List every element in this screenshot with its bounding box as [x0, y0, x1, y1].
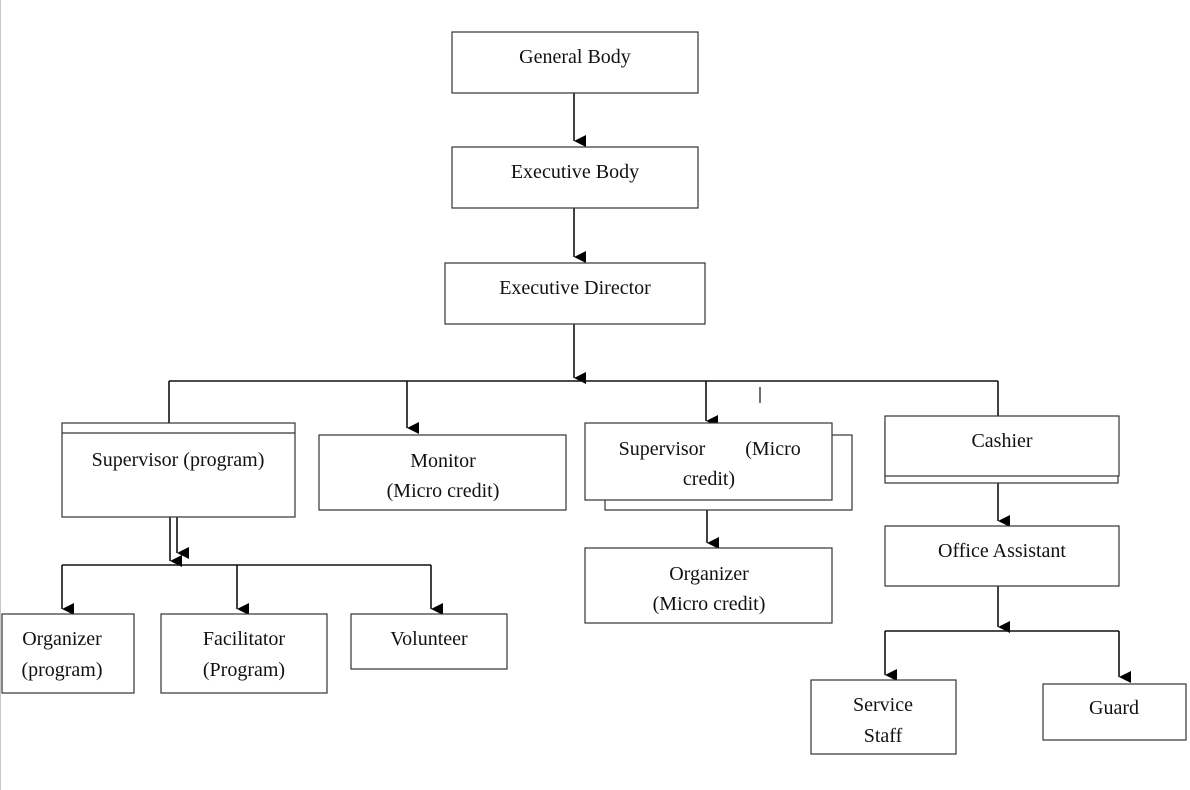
node-label: Cashier — [971, 430, 1032, 452]
node-label: Supervisor (program) — [92, 449, 265, 471]
node-label-line2: (Program) — [203, 659, 285, 681]
node-volunteer: Volunteer — [350, 613, 508, 670]
node-label: Volunteer — [390, 628, 468, 650]
node-supervisor-program: Supervisor (program) — [61, 422, 296, 518]
node-label-line2: credit) — [683, 468, 735, 490]
node-label-line1: Service — [853, 694, 913, 716]
node-label-line2: (Micro credit) — [653, 593, 766, 615]
node-executive-director: Executive Director — [444, 262, 706, 325]
node-label-line1: Facilitator — [203, 628, 286, 650]
node-office-assistant: Office Assistant — [884, 525, 1120, 587]
node-supervisor-micro-credit: Supervisor (Micro credit) — [584, 422, 853, 511]
node-label-line2: Staff — [864, 725, 903, 747]
org-chart: General Body Executive Body Executive Di… — [1, 31, 1187, 755]
node-facilitator-program: Facilitator (Program) — [160, 613, 328, 694]
node-label: General Body — [519, 46, 631, 68]
node-label: Office Assistant — [938, 540, 1066, 562]
node-label-line1a: Supervisor — [619, 438, 706, 460]
node-organizer-micro-credit: Organizer (Micro credit) — [584, 547, 833, 624]
node-general-body: General Body — [451, 31, 699, 94]
node-label-line2: (program) — [21, 659, 102, 681]
node-label: Executive Director — [499, 277, 651, 299]
node-label-line1: Organizer — [669, 563, 749, 585]
node-monitor-micro-credit: Monitor (Micro credit) — [318, 434, 567, 511]
node-guard: Guard — [1042, 683, 1187, 741]
node-label-line1: Organizer — [22, 628, 102, 650]
node-label: Executive Body — [511, 161, 639, 183]
node-label-line2: (Micro credit) — [387, 480, 500, 502]
node-organizer-program: Organizer (program) — [1, 613, 135, 694]
node-executive-body: Executive Body — [451, 146, 699, 209]
node-label: Guard — [1089, 697, 1139, 719]
node-label-line1b: (Micro — [745, 438, 801, 460]
node-service-staff: Service Staff — [810, 679, 957, 755]
node-label-line1: Monitor — [410, 450, 476, 472]
node-cashier: Cashier — [884, 415, 1120, 484]
